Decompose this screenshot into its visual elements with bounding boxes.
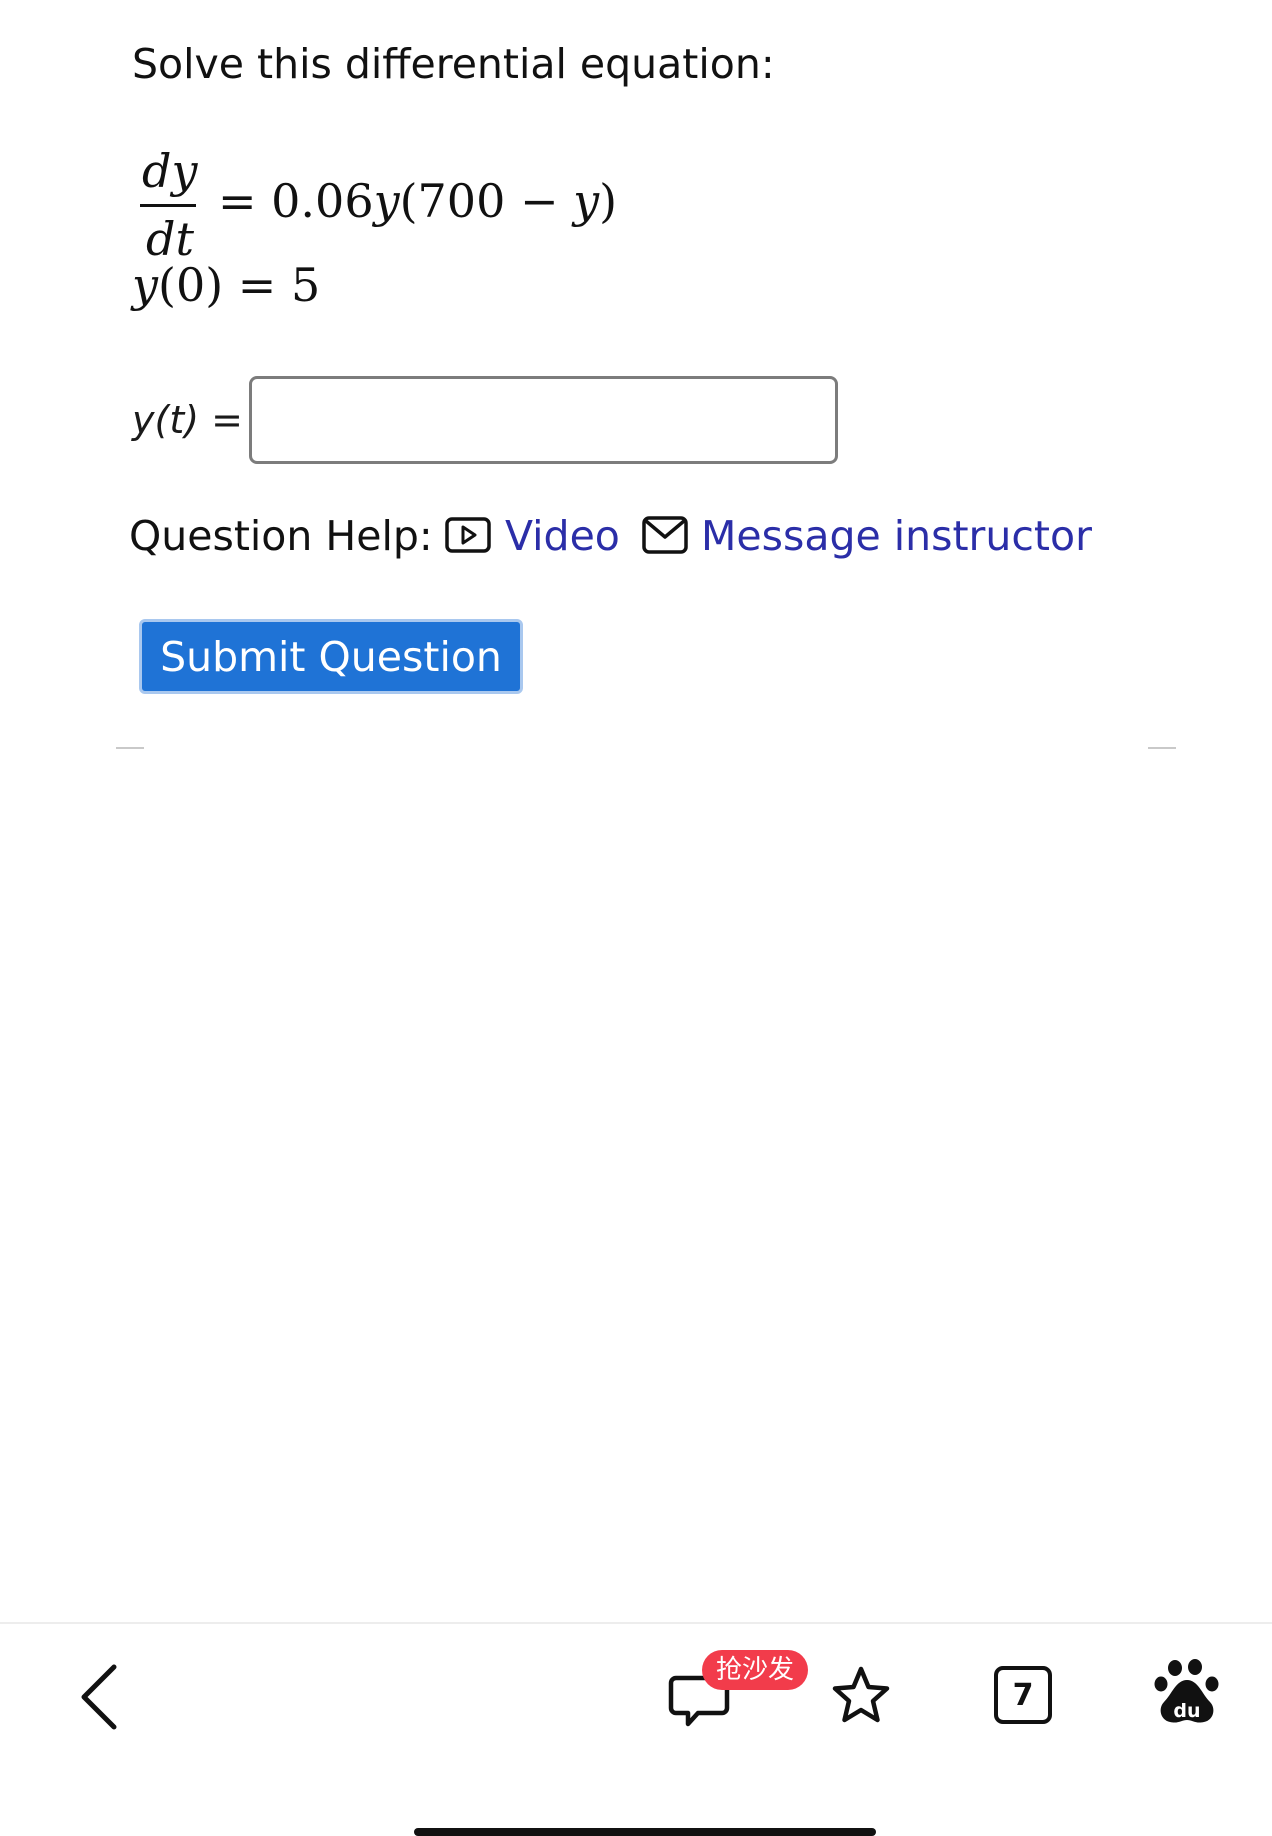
answer-input[interactable] — [249, 376, 838, 464]
submit-question-button[interactable]: Submit Question — [139, 619, 523, 694]
svg-text:du: du — [1173, 1700, 1200, 1722]
divider-right — [1148, 747, 1176, 749]
divider-left — [116, 747, 144, 749]
star-icon[interactable] — [829, 1664, 893, 1728]
initial-variable: y — [132, 258, 158, 312]
rhs-paren: (700 − — [399, 174, 574, 228]
video-link[interactable]: Video — [505, 512, 620, 560]
rhs-prefix: = 0.06 — [218, 174, 374, 228]
initial-condition: y(0) = 5 — [132, 258, 320, 312]
baidu-paw-icon[interactable]: du — [1154, 1658, 1220, 1730]
initial-rest: (0) = 5 — [158, 258, 321, 312]
tabs-count: 7 — [1012, 1677, 1034, 1713]
sofa-badge[interactable]: 抢沙发 — [702, 1650, 808, 1690]
answer-label: y(t) = — [132, 398, 243, 442]
rhs-variable: y — [373, 174, 400, 228]
rhs-close: ) — [599, 174, 618, 228]
question-prompt: Solve this differential equation: — [132, 40, 775, 88]
differential-equation-rhs: = 0.06y(700 − y) — [218, 174, 617, 228]
question-help-label: Question Help: — [129, 512, 433, 560]
home-indicator — [414, 1828, 876, 1836]
rhs-variable-2: y — [573, 174, 600, 228]
tabs-count-icon[interactable]: 7 — [994, 1666, 1052, 1724]
mail-icon[interactable] — [642, 516, 688, 554]
fraction-bar — [140, 204, 196, 207]
message-instructor-link[interactable]: Message instructor — [701, 512, 1092, 560]
bottom-bar-divider — [0, 1622, 1272, 1624]
video-icon[interactable] — [445, 517, 491, 553]
back-chevron-icon[interactable] — [76, 1663, 124, 1731]
fraction-numerator: dy — [142, 144, 198, 198]
